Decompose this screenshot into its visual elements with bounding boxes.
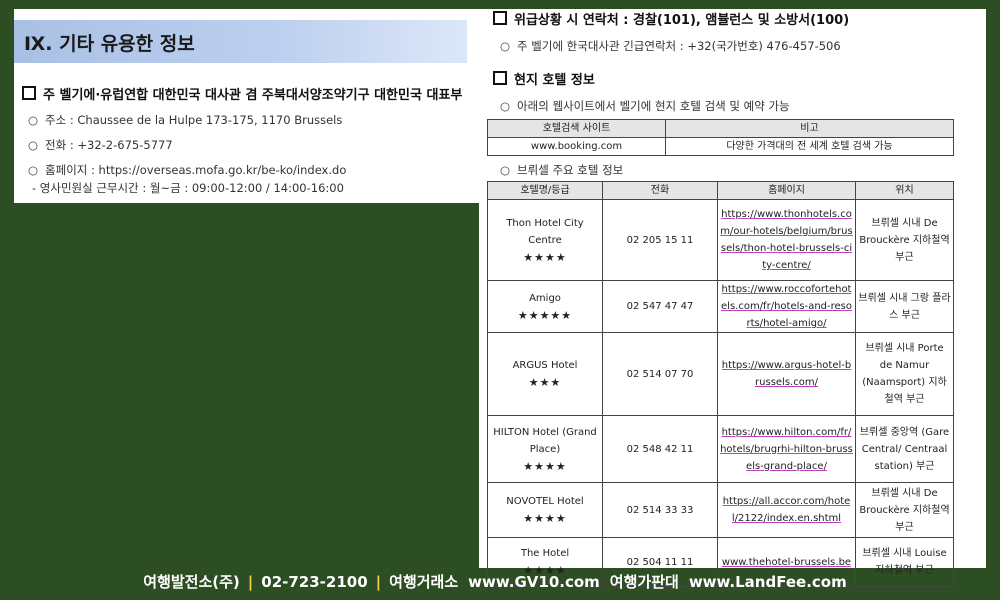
phone-text: 전화 : +32-2-675-5777: [45, 138, 173, 152]
footer-price-url[interactable]: www.LandFee.com: [689, 573, 847, 591]
search-note-cell: 다양한 가격대의 전 세계 호텔 검색 가능: [665, 137, 954, 156]
hotel-name-cell: Amigo ★★★★★: [487, 280, 603, 333]
hotel-location: 브뤼셀 중앙역 (Gare Central/ Centraal station)…: [855, 415, 954, 483]
circle-bullet-icon: ○: [28, 138, 39, 152]
table-row: HILTON Hotel (Grand Place) ★★★★ 02 548 42…: [487, 415, 954, 483]
hotel-link[interactable]: https://www.hilton.com/fr/hotels/brugrhi…: [720, 427, 853, 472]
homepage-text: 홈페이지 : https://overseas.mofa.go.kr/be-ko…: [45, 163, 347, 177]
hotel-name-cell: NOVOTEL Hotel ★★★★: [487, 482, 603, 538]
embassy-heading-text: 주 벨기에·유럽연합 대한민국 대사관 겸 주북대서양조약기구 대한민국 대표부: [43, 88, 463, 103]
hotel-location: 브뤼셀 시내 Porte de Namur (Naamsport) 지하철역 부…: [855, 332, 954, 416]
address-text: 주소 : Chaussee de la Hulpe 173-175, 1170 …: [45, 113, 343, 127]
star-rating: ★★★★: [523, 512, 567, 525]
hotel-link-cell: https://all.accor.com/hotel/2122/index.e…: [717, 482, 856, 538]
hotel-search-note: ○ 아래의 웹사이트에서 벨기에 현지 호텔 검색 및 예약 가능: [500, 98, 790, 114]
hotel-search-note-text: 아래의 웹사이트에서 벨기에 현지 호텔 검색 및 예약 가능: [517, 99, 790, 113]
footer-company: 여행발전소(주): [143, 573, 240, 591]
emergency-heading: 위급상황 시 연락처 : 경찰(101), 앰뷸런스 및 소방서(100): [493, 9, 849, 28]
hotel-location: 브뤼셀 시내 그랑 플라스 부근: [855, 280, 954, 333]
hotel-link-cell: https://www.hilton.com/fr/hotels/brugrhi…: [717, 415, 856, 483]
emergency-contact-text: 주 벨기에 한국대사관 긴급연락처 : +32(국가번호) 476-457-50…: [517, 39, 841, 53]
hotel-name: NOVOTEL Hotel: [506, 496, 584, 507]
hotel-link-cell: https://www.argus-hotel-brussels.com/: [717, 332, 856, 416]
checkbox-square-icon: [493, 11, 507, 25]
footer-price-label: 여행가판대: [609, 573, 679, 591]
circle-bullet-icon: ○: [28, 163, 39, 177]
star-rating: ★★★: [528, 376, 562, 389]
footer-separator: |: [375, 573, 382, 591]
section-title: Ⅸ. 기타 유용한 정보: [24, 33, 195, 55]
circle-bullet-icon: ○: [500, 163, 511, 177]
consular-hours: - 영사민원실 근무시간 : 월~금 : 09:00-12:00 / 14:00…: [32, 181, 344, 195]
emergency-heading-text: 위급상황 시 연락처 : 경찰(101), 앰뷸런스 및 소방서(100): [514, 13, 850, 28]
footer-phone[interactable]: 02-723-2100: [261, 573, 367, 591]
hotel-phone: 02 548 42 11: [602, 415, 718, 483]
hotel-table: 호텔명/등급 전화 홈페이지 위치 Thon Hotel City Centre…: [487, 181, 954, 587]
hotel-name: ARGUS Hotel: [512, 360, 578, 371]
hotel-name: Amigo: [529, 292, 561, 304]
hotel-link[interactable]: https://www.thonhotels.com/our-hotels/be…: [720, 209, 852, 271]
search-note-header: 비고: [665, 119, 954, 138]
hotel-location-header: 위치: [855, 181, 954, 200]
footer-exchange-label: 여행거래소: [389, 573, 459, 591]
homepage-line: ○ 홈페이지 : https://overseas.mofa.go.kr/be-k…: [28, 162, 346, 178]
hotel-heading-text: 현지 호텔 정보: [514, 73, 595, 88]
hotel-phone: 02 205 15 11: [602, 199, 718, 281]
hotel-phone: 02 514 33 33: [602, 482, 718, 538]
emergency-contact: ○ 주 벨기에 한국대사관 긴급연락처 : +32(국가번호) 476-457-5…: [500, 38, 841, 54]
hotel-name-cell: ARGUS Hotel ★★★: [487, 332, 603, 416]
hotel-location: 브뤼셀 시내 De Brouckère 지하철역 부근: [855, 482, 954, 538]
search-site-header: 호텔검색 사이트: [487, 119, 666, 138]
star-rating: ★★★★: [523, 459, 567, 473]
table-row: NOVOTEL Hotel ★★★★ 02 514 33 33 https://a…: [487, 482, 954, 538]
hotel-link[interactable]: https://www.argus-hotel-brussels.com/: [722, 360, 851, 388]
table-row: Thon Hotel City Centre ★★★★ 02 205 15 11 …: [487, 199, 954, 281]
hotel-name-cell: HILTON Hotel (Grand Place) ★★★★: [487, 415, 603, 483]
hotel-link[interactable]: www.thehotel-brussels.be: [722, 557, 851, 568]
circle-bullet-icon: ○: [500, 39, 511, 53]
footer-bar: 여행발전소(주) | 02-723-2100 | 여행거래소 www.GV10.com 여행…: [0, 568, 1000, 600]
hotel-name-header: 호텔명/등급: [487, 181, 603, 200]
hotel-name: Thon Hotel City Centre: [506, 217, 584, 246]
hotel-phone-header: 전화: [602, 181, 718, 200]
hotel-link[interactable]: https://all.accor.com/hotel/2122/index.e…: [723, 496, 851, 524]
checkbox-square-icon: [22, 86, 36, 100]
hotel-name-cell: Thon Hotel City Centre ★★★★: [487, 199, 603, 281]
circle-bullet-icon: ○: [28, 113, 39, 127]
footer-separator: |: [247, 573, 254, 591]
hotel-info-note-text: 브뤼셀 주요 호텔 정보: [517, 163, 624, 177]
section-banner: Ⅸ. 기타 유용한 정보: [14, 20, 467, 63]
address-line: ○ 주소 : Chaussee de la Hulpe 173-175, 1170…: [28, 112, 342, 128]
circle-bullet-icon: ○: [500, 99, 511, 113]
footer-exchange-url[interactable]: www.GV10.com: [468, 573, 600, 591]
hotel-name: The Hotel: [520, 548, 570, 559]
hotel-info-note: ○ 브뤼셀 주요 호텔 정보: [500, 162, 623, 178]
table-row: Amigo ★★★★★ 02 547 47 47 https://www.rocc…: [487, 280, 954, 333]
hotel-location: 브뤼셀 시내 De Brouckère 지하철역 부근: [855, 199, 954, 281]
table-row: ARGUS Hotel ★★★ 02 514 07 70 https://www.…: [487, 332, 954, 416]
phone-line: ○ 전화 : +32-2-675-5777: [28, 137, 173, 153]
search-site-cell[interactable]: www.booking.com: [487, 137, 666, 156]
search-site-table: 호텔검색 사이트 비고 www.booking.com 다양한 가격대의 전 세계 …: [487, 119, 954, 156]
hotel-link-cell: https://www.roccofortehotels.com/fr/hote…: [717, 280, 856, 333]
hotel-heading: 현지 호텔 정보: [493, 69, 595, 88]
hotel-phone: 02 547 47 47: [602, 280, 718, 333]
hotel-link[interactable]: https://www.roccofortehotels.com/fr/hote…: [721, 284, 852, 329]
hotel-homepage-header: 홈페이지: [717, 181, 856, 200]
hotel-link-cell: https://www.thonhotels.com/our-hotels/be…: [717, 199, 856, 281]
checkbox-square-icon: [493, 71, 507, 85]
star-rating: ★★★★: [523, 250, 567, 264]
hotel-phone: 02 514 07 70: [602, 332, 718, 416]
embassy-heading: 주 벨기에·유럽연합 대한민국 대사관 겸 주북대서양조약기구 대한민국 대표부: [22, 84, 462, 103]
hotel-name: HILTON Hotel (Grand Place): [493, 426, 597, 455]
star-rating: ★★★★★: [517, 308, 573, 322]
